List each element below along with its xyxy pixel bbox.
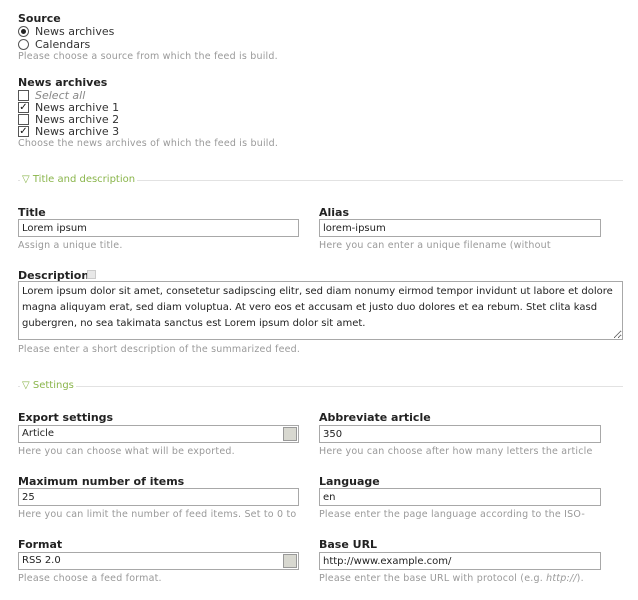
description-help: Please enter a short description of the …	[18, 344, 301, 355]
abbreviate-article-label: Abbreviate article	[319, 411, 431, 424]
source-label: Source	[18, 12, 61, 25]
max-items-input[interactable]: 25	[18, 488, 299, 506]
format-select[interactable]: RSS 2.0	[18, 552, 299, 570]
source-radio-news-archives[interactable]	[18, 26, 29, 37]
language-label: Language	[319, 475, 380, 488]
max-items-help: Here you can limit the number of feed it…	[18, 509, 297, 520]
export-settings-help: Here you can choose what will be exporte…	[18, 446, 235, 457]
max-items-label: Maximum number of items	[18, 475, 185, 488]
export-settings-label: Export settings	[18, 411, 114, 424]
base-url-help: Please enter the base URL with protocol …	[319, 573, 584, 584]
description-textarea[interactable]: Lorem ipsum dolor sit amet, consetetur s…	[18, 281, 623, 340]
language-help: Please enter the page language according…	[319, 509, 585, 520]
language-input[interactable]: en	[319, 488, 601, 506]
select-all-checkbox[interactable]	[18, 90, 29, 101]
title-input[interactable]: Lorem ipsum	[18, 219, 299, 237]
format-label: Format	[18, 538, 63, 551]
dropdown-button-icon[interactable]	[283, 554, 297, 568]
news-archive-3-checkbox[interactable]: ✓	[18, 126, 29, 137]
base-url-input[interactable]: http://www.example.com/	[319, 552, 601, 570]
abbreviate-article-input[interactable]: 350	[319, 425, 601, 443]
title-help: Assign a unique title.	[18, 240, 123, 251]
alias-label: Alias	[319, 206, 350, 219]
title-description-legend[interactable]: ▽ Title and description	[20, 174, 138, 185]
rte-toggle-icon[interactable]	[87, 270, 96, 279]
source-help: Please choose a source from which the fe…	[18, 51, 278, 62]
settings-legend[interactable]: ▽ Settings	[20, 380, 76, 391]
news-archive-3-label[interactable]: News archive 3	[35, 125, 119, 138]
news-archives-label: News archives	[18, 76, 108, 89]
news-archive-2-checkbox[interactable]	[18, 114, 29, 125]
source-option-calendars[interactable]: Calendars	[35, 38, 90, 51]
alias-input[interactable]: lorem-ipsum	[319, 219, 601, 237]
section-divider	[18, 386, 623, 387]
abbreviate-article-help: Here you can choose after how many lette…	[319, 446, 593, 457]
news-archives-help: Choose the news archives of which the fe…	[18, 138, 279, 149]
source-option-news-archives[interactable]: News archives	[35, 25, 114, 38]
export-settings-select[interactable]: Article	[18, 425, 299, 443]
source-radio-calendars[interactable]	[18, 39, 29, 50]
title-label: Title	[18, 206, 46, 219]
format-help: Please choose a feed format.	[18, 573, 162, 584]
export-settings-value: Article	[22, 428, 55, 439]
news-archive-1-checkbox[interactable]: ✓	[18, 102, 29, 113]
alias-help: Here you can enter a unique filename (wi…	[319, 240, 551, 251]
base-url-label: Base URL	[319, 538, 378, 551]
dropdown-button-icon[interactable]	[283, 427, 297, 441]
format-value: RSS 2.0	[22, 555, 61, 566]
